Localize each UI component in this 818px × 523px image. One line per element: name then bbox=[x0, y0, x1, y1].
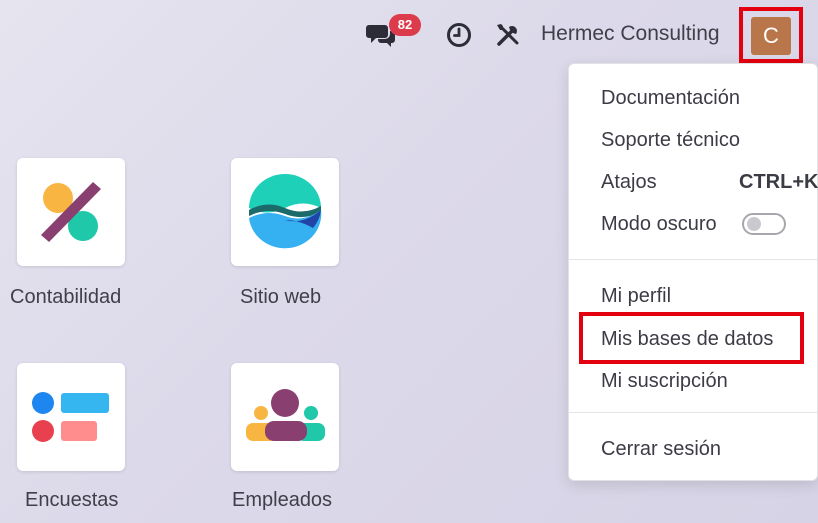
menu-item-dark-mode[interactable]: Modo oscuro bbox=[601, 213, 717, 236]
menu-item-logout[interactable]: Cerrar sesión bbox=[601, 438, 721, 461]
toggle-knob bbox=[747, 217, 761, 231]
app-tile[interactable] bbox=[231, 363, 339, 471]
app-label: Empleados bbox=[232, 489, 333, 511]
tools-icon[interactable] bbox=[494, 21, 522, 49]
menu-item-databases[interactable]: Mis bases de datos bbox=[601, 328, 773, 351]
menu-item-subscription[interactable]: Mi suscripción bbox=[601, 370, 728, 393]
app-tile[interactable] bbox=[17, 158, 125, 266]
menu-item-documentation[interactable]: Documentación bbox=[601, 87, 740, 110]
user-avatar-button[interactable]: C bbox=[751, 17, 791, 55]
menu-item-shortcuts[interactable]: Atajos CTRL+K bbox=[601, 171, 818, 194]
menu-divider bbox=[569, 259, 817, 260]
messages-count-badge: 82 bbox=[389, 14, 421, 36]
surveys-icon bbox=[32, 392, 109, 442]
user-dropdown-menu: Documentación Soporte técnico Atajos CTR… bbox=[568, 63, 818, 481]
app-label: Contabilidad bbox=[10, 286, 122, 308]
company-switcher[interactable]: Hermec Consulting bbox=[541, 22, 720, 46]
app-tile[interactable] bbox=[231, 158, 339, 266]
app-tile[interactable] bbox=[17, 363, 125, 471]
menu-item-support[interactable]: Soporte técnico bbox=[601, 129, 740, 152]
shortcuts-label: Atajos bbox=[601, 171, 657, 193]
app-label: Encuestas bbox=[25, 489, 119, 511]
clock-icon[interactable] bbox=[446, 22, 472, 48]
top-navbar: 82 Hermec Consulting C bbox=[0, 0, 818, 70]
menu-item-profile[interactable]: Mi perfil bbox=[601, 285, 671, 308]
accounting-icon bbox=[41, 182, 101, 242]
shortcut-key: CTRL+K bbox=[739, 171, 818, 193]
app-label: Sitio web bbox=[240, 286, 322, 308]
dark-mode-toggle[interactable] bbox=[742, 213, 786, 235]
messages-button[interactable]: 82 bbox=[366, 14, 421, 50]
user-avatar-highlight: C bbox=[739, 7, 803, 63]
menu-divider bbox=[569, 412, 817, 413]
website-icon bbox=[249, 174, 322, 249]
employees-icon bbox=[246, 389, 325, 441]
